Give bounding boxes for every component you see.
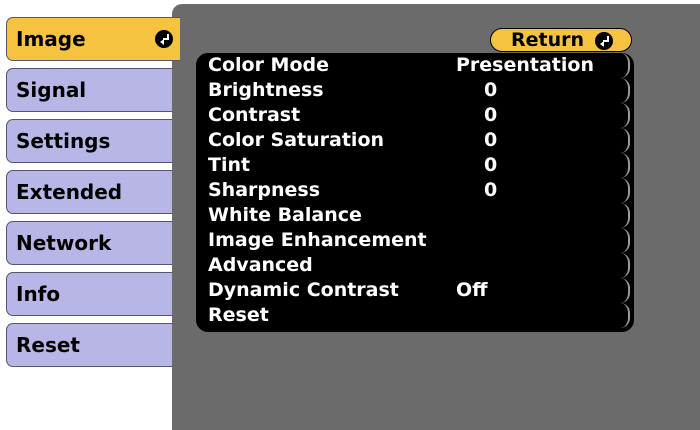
tab-settings-label: Settings xyxy=(16,129,111,153)
tab-network[interactable]: Network xyxy=(6,221,180,265)
menu-item-image-enhancement[interactable]: Image Enhancement xyxy=(204,228,630,253)
tab-signal[interactable]: Signal xyxy=(6,68,180,112)
menu-item-label: Advanced xyxy=(208,254,313,276)
menu-item-value: 0 xyxy=(484,154,498,176)
menu-item-label: Color Saturation xyxy=(208,129,385,151)
tab-info[interactable]: Info xyxy=(6,272,180,316)
tab-image[interactable]: Image xyxy=(6,17,180,61)
tab-settings[interactable]: Settings xyxy=(6,119,180,163)
menu-item-brightness[interactable]: Brightness 0 xyxy=(204,78,630,103)
enter-icon xyxy=(155,30,173,48)
menu-item-label: Tint xyxy=(208,154,251,176)
menu-item-label: Brightness xyxy=(208,79,324,101)
menu-item-value: 0 xyxy=(484,104,498,126)
menu-item-label: Dynamic Contrast xyxy=(208,279,399,301)
menu-item-label: Reset xyxy=(208,304,269,326)
tab-info-label: Info xyxy=(16,282,61,306)
menu-item-label: Color Mode xyxy=(208,54,329,76)
settings-list: Color Mode Presentation Brightness 0 Con… xyxy=(196,53,634,332)
tab-signal-label: Signal xyxy=(16,78,87,102)
tab-reset-label: Reset xyxy=(16,333,80,357)
tab-extended[interactable]: Extended xyxy=(6,170,180,214)
return-button[interactable]: Return xyxy=(490,28,632,52)
tab-image-label: Image xyxy=(16,27,86,51)
tab-reset[interactable]: Reset xyxy=(6,323,180,367)
projector-menu: Image Signal Settings Extended Network I… xyxy=(0,0,700,430)
menu-item-tint[interactable]: Tint 0 xyxy=(204,153,630,178)
menu-item-label: Image Enhancement xyxy=(208,229,427,251)
menu-item-reset[interactable]: Reset xyxy=(204,303,630,328)
return-label: Return xyxy=(511,29,585,51)
menu-item-advanced[interactable]: Advanced xyxy=(204,253,630,278)
menu-item-label: Sharpness xyxy=(208,179,321,201)
menu-item-color-saturation[interactable]: Color Saturation 0 xyxy=(204,128,630,153)
menu-item-dynamic-contrast[interactable]: Dynamic Contrast Off xyxy=(204,278,630,303)
menu-item-contrast[interactable]: Contrast 0 xyxy=(204,103,630,128)
menu-item-value: 0 xyxy=(484,129,498,151)
menu-item-color-mode[interactable]: Color Mode Presentation xyxy=(204,53,630,78)
menu-item-label: White Balance xyxy=(208,204,362,226)
menu-item-value: Presentation xyxy=(456,54,594,76)
enter-icon xyxy=(595,32,613,50)
menu-item-white-balance[interactable]: White Balance xyxy=(204,203,630,228)
menu-item-value: 0 xyxy=(484,179,498,201)
menu-item-sharpness[interactable]: Sharpness 0 xyxy=(204,178,630,203)
menu-item-value: Off xyxy=(456,279,488,301)
tab-network-label: Network xyxy=(16,231,112,255)
menu-item-label: Contrast xyxy=(208,104,301,126)
menu-item-value: 0 xyxy=(484,79,498,101)
tab-extended-label: Extended xyxy=(16,180,123,204)
